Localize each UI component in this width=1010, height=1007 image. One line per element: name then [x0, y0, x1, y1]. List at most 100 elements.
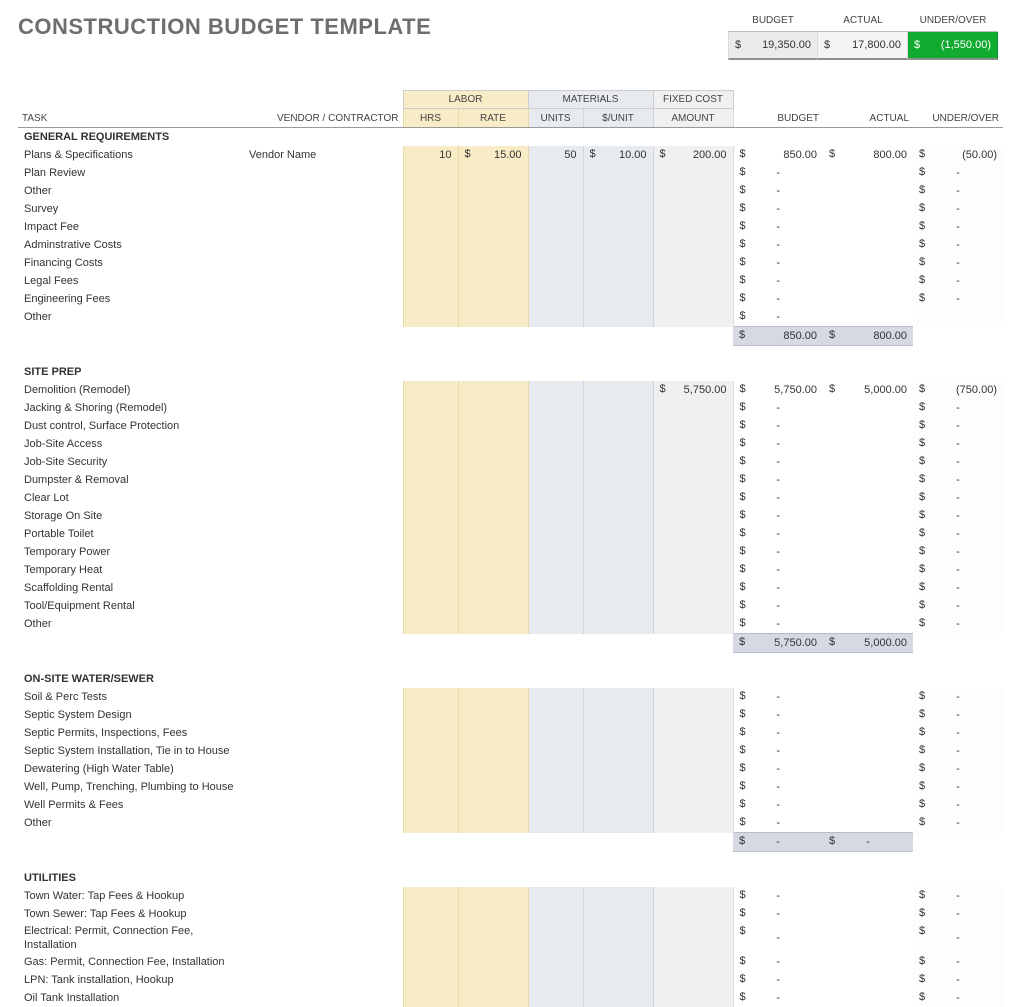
budget-cell[interactable]: $5,750.00 — [733, 381, 823, 399]
rate-cell[interactable] — [458, 471, 528, 489]
under-cell[interactable]: $- — [913, 796, 1003, 814]
vendor-cell[interactable] — [243, 615, 403, 634]
rate-cell[interactable] — [458, 435, 528, 453]
amount-cell[interactable]: $5,750.00 — [653, 381, 733, 399]
rate-cell[interactable] — [458, 561, 528, 579]
amount-cell[interactable] — [653, 971, 733, 989]
rate-cell[interactable] — [458, 887, 528, 905]
under-cell[interactable]: $- — [913, 953, 1003, 971]
table-row[interactable]: Scaffolding Rental$-$- — [18, 579, 1003, 597]
punit-cell[interactable] — [583, 615, 653, 634]
actual-cell[interactable] — [823, 471, 913, 489]
hrs-cell[interactable] — [403, 218, 458, 236]
table-row[interactable]: Septic System Design$-$- — [18, 706, 1003, 724]
hrs-cell[interactable] — [403, 507, 458, 525]
vendor-cell[interactable] — [243, 989, 403, 1007]
summary-actual-cell[interactable]: $ 17,800.00 — [818, 32, 908, 60]
actual-cell[interactable] — [823, 543, 913, 561]
vendor-cell[interactable]: Vendor Name — [243, 146, 403, 164]
units-cell[interactable] — [528, 953, 583, 971]
hrs-cell[interactable] — [403, 561, 458, 579]
budget-cell[interactable]: $- — [733, 435, 823, 453]
under-cell[interactable]: $- — [913, 543, 1003, 561]
table-row[interactable]: Other$-$- — [18, 615, 1003, 634]
vendor-cell[interactable] — [243, 453, 403, 471]
amount-cell[interactable] — [653, 597, 733, 615]
hrs-cell[interactable] — [403, 236, 458, 254]
table-row[interactable]: Impact Fee$-$- — [18, 218, 1003, 236]
under-cell[interactable]: $- — [913, 688, 1003, 706]
punit-cell[interactable] — [583, 471, 653, 489]
amount-cell[interactable] — [653, 417, 733, 435]
budget-cell[interactable]: $- — [733, 417, 823, 435]
table-row[interactable]: Town Sewer: Tap Fees & Hookup$-$- — [18, 905, 1003, 923]
table-row[interactable]: Oil Tank Installation$-$- — [18, 989, 1003, 1007]
task-cell[interactable]: Town Sewer: Tap Fees & Hookup — [18, 905, 243, 923]
units-cell[interactable] — [528, 381, 583, 399]
rate-cell[interactable] — [458, 543, 528, 561]
punit-cell[interactable] — [583, 971, 653, 989]
vendor-cell[interactable] — [243, 742, 403, 760]
rate-cell[interactable] — [458, 923, 528, 953]
rate-cell[interactable] — [458, 272, 528, 290]
table-row[interactable]: Financing Costs$-$- — [18, 254, 1003, 272]
rate-cell[interactable] — [458, 417, 528, 435]
budget-cell[interactable]: $- — [733, 290, 823, 308]
amount-cell[interactable] — [653, 182, 733, 200]
amount-cell[interactable] — [653, 778, 733, 796]
budget-cell[interactable]: $850.00 — [733, 146, 823, 164]
vendor-cell[interactable] — [243, 417, 403, 435]
units-cell[interactable] — [528, 453, 583, 471]
rate-cell[interactable] — [458, 507, 528, 525]
under-cell[interactable]: $- — [913, 489, 1003, 507]
task-cell[interactable]: Plan Review — [18, 164, 243, 182]
punit-cell[interactable] — [583, 543, 653, 561]
units-cell[interactable] — [528, 561, 583, 579]
task-cell[interactable]: Engineering Fees — [18, 290, 243, 308]
under-cell[interactable]: $- — [913, 778, 1003, 796]
hrs-cell[interactable] — [403, 399, 458, 417]
vendor-cell[interactable] — [243, 887, 403, 905]
budget-cell[interactable]: $- — [733, 814, 823, 833]
rate-cell[interactable] — [458, 760, 528, 778]
task-cell[interactable]: Gas: Permit, Connection Fee, Installatio… — [18, 953, 243, 971]
under-cell[interactable]: $(750.00) — [913, 381, 1003, 399]
amount-cell[interactable] — [653, 543, 733, 561]
rate-cell[interactable] — [458, 290, 528, 308]
amount-cell[interactable] — [653, 200, 733, 218]
units-cell[interactable] — [528, 742, 583, 760]
table-row[interactable]: Portable Toilet$-$- — [18, 525, 1003, 543]
task-cell[interactable]: Jacking & Shoring (Remodel) — [18, 399, 243, 417]
rate-cell[interactable] — [458, 453, 528, 471]
budget-cell[interactable]: $- — [733, 471, 823, 489]
vendor-cell[interactable] — [243, 525, 403, 543]
actual-cell[interactable] — [823, 923, 913, 953]
vendor-cell[interactable] — [243, 814, 403, 833]
hrs-cell[interactable] — [403, 742, 458, 760]
units-cell[interactable] — [528, 971, 583, 989]
units-cell[interactable] — [528, 814, 583, 833]
table-row[interactable]: Electrical: Permit, Connection Fee, Inst… — [18, 923, 1003, 953]
under-cell[interactable] — [913, 308, 1003, 327]
hrs-cell[interactable] — [403, 254, 458, 272]
budget-cell[interactable]: $- — [733, 724, 823, 742]
amount-cell[interactable] — [653, 218, 733, 236]
hrs-cell[interactable] — [403, 200, 458, 218]
punit-cell[interactable] — [583, 724, 653, 742]
table-row[interactable]: Well, Pump, Trenching, Plumbing to House… — [18, 778, 1003, 796]
punit-cell[interactable] — [583, 200, 653, 218]
units-cell[interactable] — [528, 290, 583, 308]
vendor-cell[interactable] — [243, 200, 403, 218]
budget-cell[interactable]: $- — [733, 453, 823, 471]
units-cell[interactable] — [528, 236, 583, 254]
under-cell[interactable]: $- — [913, 887, 1003, 905]
summary-under-cell[interactable]: $ (1,550.00) — [908, 32, 998, 60]
task-cell[interactable]: Legal Fees — [18, 272, 243, 290]
actual-cell[interactable] — [823, 778, 913, 796]
rate-cell[interactable] — [458, 778, 528, 796]
under-cell[interactable]: $(50.00) — [913, 146, 1003, 164]
amount-cell[interactable] — [653, 989, 733, 1007]
actual-cell[interactable] — [823, 417, 913, 435]
task-cell[interactable]: Impact Fee — [18, 218, 243, 236]
vendor-cell[interactable] — [243, 381, 403, 399]
